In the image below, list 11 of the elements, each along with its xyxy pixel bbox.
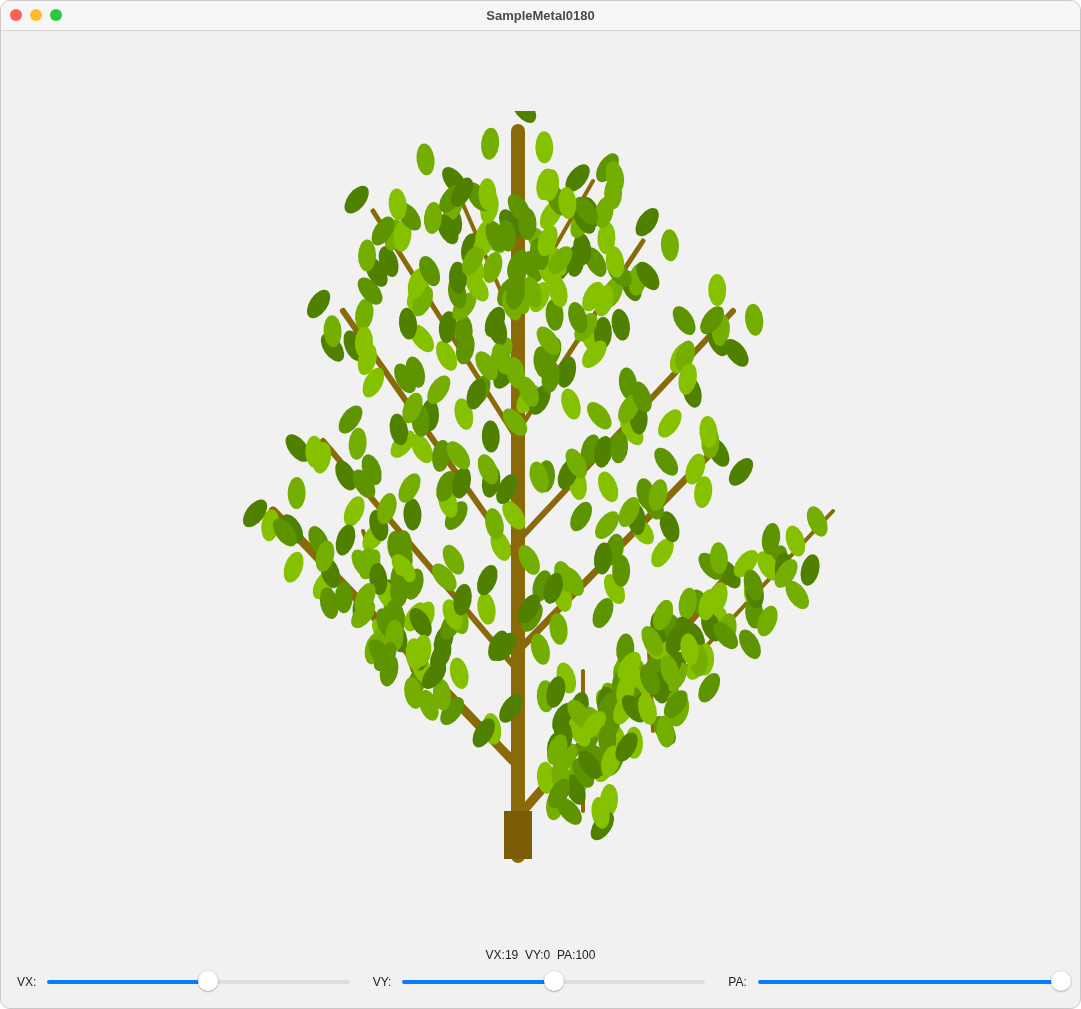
slider-label: VX:: [17, 975, 37, 989]
status-readout: VX:19 VY:0 PA:100: [484, 948, 597, 962]
window-title: SampleMetal0180: [486, 8, 595, 23]
slider-label: VY:: [372, 975, 392, 989]
zoom-button[interactable]: [50, 9, 62, 21]
slider-thumb[interactable]: [1051, 971, 1071, 991]
slider-thumb[interactable]: [543, 971, 564, 991]
close-button[interactable]: [10, 9, 22, 21]
minimize-button[interactable]: [30, 9, 42, 21]
slider-thumb[interactable]: [197, 971, 218, 991]
slider-label: PA:: [728, 975, 747, 989]
